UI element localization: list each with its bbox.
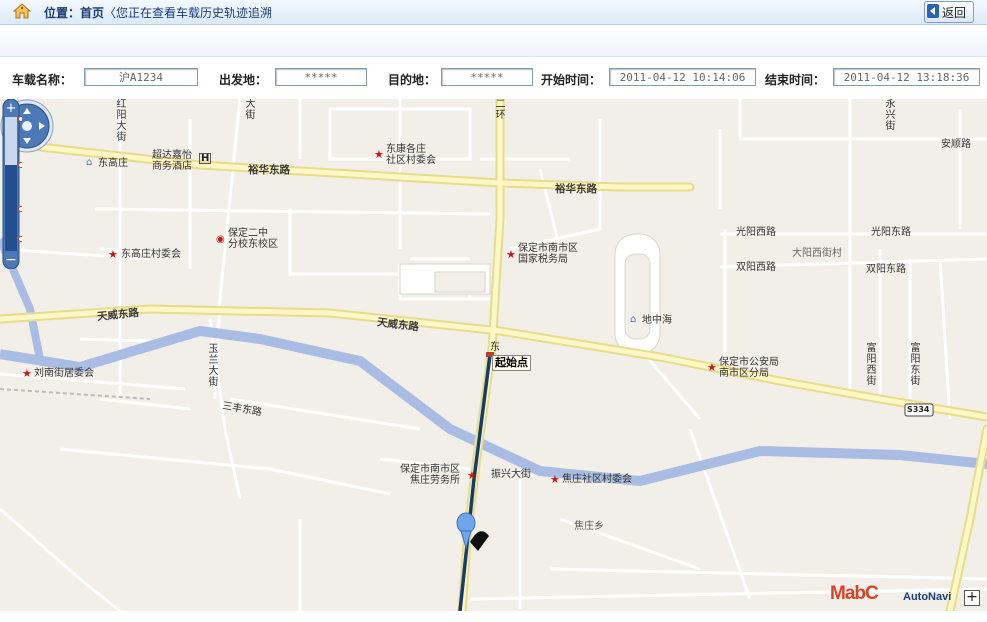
poi-jiaozhuang-township[interactable]: 焦庄乡	[574, 521, 604, 532]
autonavi-logo: AutoNavi	[903, 591, 952, 603]
location-label: 位置：首页	[44, 6, 105, 20]
back-arrow-icon	[927, 4, 939, 18]
road-label-shuangyang-east: 双阳东路	[866, 264, 906, 275]
back-label: 返回	[942, 6, 967, 20]
origin-label: 出发地：	[219, 73, 268, 87]
road-label-guangyang-west: 光阳西路	[736, 227, 776, 238]
poi-star-icon: ★	[707, 361, 717, 374]
destination-label: 目的地：	[388, 73, 437, 87]
poi-tax-bureau[interactable]: 保定市南市区 国家税务局	[518, 243, 578, 265]
road-label-zhenxing: 振兴大街	[491, 469, 531, 480]
poi-donggaozhuang-committee[interactable]: 东高庄村委会	[121, 249, 181, 260]
vehicle-pin-icon	[456, 512, 489, 551]
road-label-dong: 东	[490, 342, 500, 353]
road-label-dajie: 大街	[245, 99, 256, 121]
toolbar-strip	[0, 26, 987, 57]
poi-star-icon: ★	[374, 148, 384, 161]
end-time-field[interactable]: 2011-04-12 13:18:36	[833, 68, 980, 86]
road-label-shuangyang-west: 双阳西路	[736, 262, 776, 273]
poi-chaoda-hotel[interactable]: 超达嘉怡 商务酒店	[152, 150, 192, 172]
start-time-label: 开始时间：	[541, 73, 602, 87]
svg-text:−: −	[5, 252, 17, 268]
destination-field[interactable]: *****	[441, 68, 533, 86]
poi-dizhonghai[interactable]: 地中海	[642, 315, 672, 326]
home-icon	[13, 3, 31, 19]
poi-donggaozhuang[interactable]: 东高庄	[98, 158, 128, 169]
poi-star-icon: ★	[108, 248, 118, 261]
start-time-field[interactable]: 2011-04-12 10:14:06	[609, 68, 756, 86]
road-label-yuhua-west: 裕华东路	[248, 164, 290, 176]
road-label-yongxing: 永兴街	[885, 99, 896, 132]
svg-text:+: +	[6, 101, 17, 116]
poi-jiaozhuang-labor[interactable]: 保定市南市区 焦庄劳务所	[400, 464, 460, 486]
start-point-label[interactable]: 起始点	[492, 355, 531, 371]
mapabc-logo: MabC	[830, 583, 879, 604]
road-label-fuyang-west: 富阳西街	[866, 343, 877, 387]
poi-house-icon: ⌂	[86, 157, 93, 168]
breadcrumb-current: 〈您正在查看车载历史轨迹追溯	[104, 6, 273, 20]
road-label-yuhua-east: 裕华东路	[555, 183, 597, 195]
poi-house-icon: ⌂	[630, 314, 637, 325]
vehicle-track	[458, 354, 492, 611]
breadcrumb-text: 位置：首页〈您正在查看车载历史轨迹追溯	[44, 4, 272, 21]
poi-liunan-committee[interactable]: 刘南街居委会	[34, 368, 94, 379]
road-label-anshun: 安顺路	[941, 139, 971, 150]
road-label-guangyang-east: 光阳东路	[871, 227, 911, 238]
road-label-dayangxi: 大阳西街村	[792, 248, 842, 259]
road-label-fuyang-east: 富阳东街	[910, 343, 921, 387]
poi-star-icon: ★	[506, 248, 516, 261]
vehicle-name-field[interactable]: 沪A1234	[84, 68, 198, 86]
poi-star-icon: ★	[550, 473, 560, 486]
back-button[interactable]: 返回	[924, 1, 974, 23]
zoom-slider[interactable]: + −	[0, 99, 22, 269]
expand-button[interactable]: +	[964, 590, 980, 606]
map-view[interactable]: S334 裕华东路 裕华东路 天威东路 天威东路 光阳西路 光阳东路 双阳西路 …	[0, 99, 987, 611]
road-label-hongyang: 红阳大街	[116, 99, 127, 143]
poi-star-icon: ★	[22, 367, 32, 380]
origin-field[interactable]: *****	[275, 68, 367, 86]
end-time-label: 结束时间：	[765, 73, 826, 87]
road-label-erhuan: 二环	[495, 99, 506, 121]
poi-police-bureau[interactable]: 保定市公安局 南市区分局	[719, 357, 779, 379]
poi-star-icon: ★	[467, 469, 477, 482]
road-shield: S334	[907, 405, 930, 414]
road-label-yulan: 玉兰大街	[208, 344, 219, 388]
breadcrumb: 位置：首页〈您正在查看车载历史轨迹追溯 返回	[0, 0, 987, 25]
poi-baoding-no2[interactable]: 保定二中 分校东校区	[228, 228, 278, 250]
school-icon: ◉	[216, 234, 225, 245]
vehicle-name-label: 车载名称：	[12, 73, 73, 87]
poi-jiaozhuang-committee[interactable]: 焦庄社区村委会	[562, 474, 632, 485]
poi-dongkang[interactable]: 东康各庄 社区村委会	[386, 144, 436, 166]
hotel-icon: H	[199, 153, 212, 164]
